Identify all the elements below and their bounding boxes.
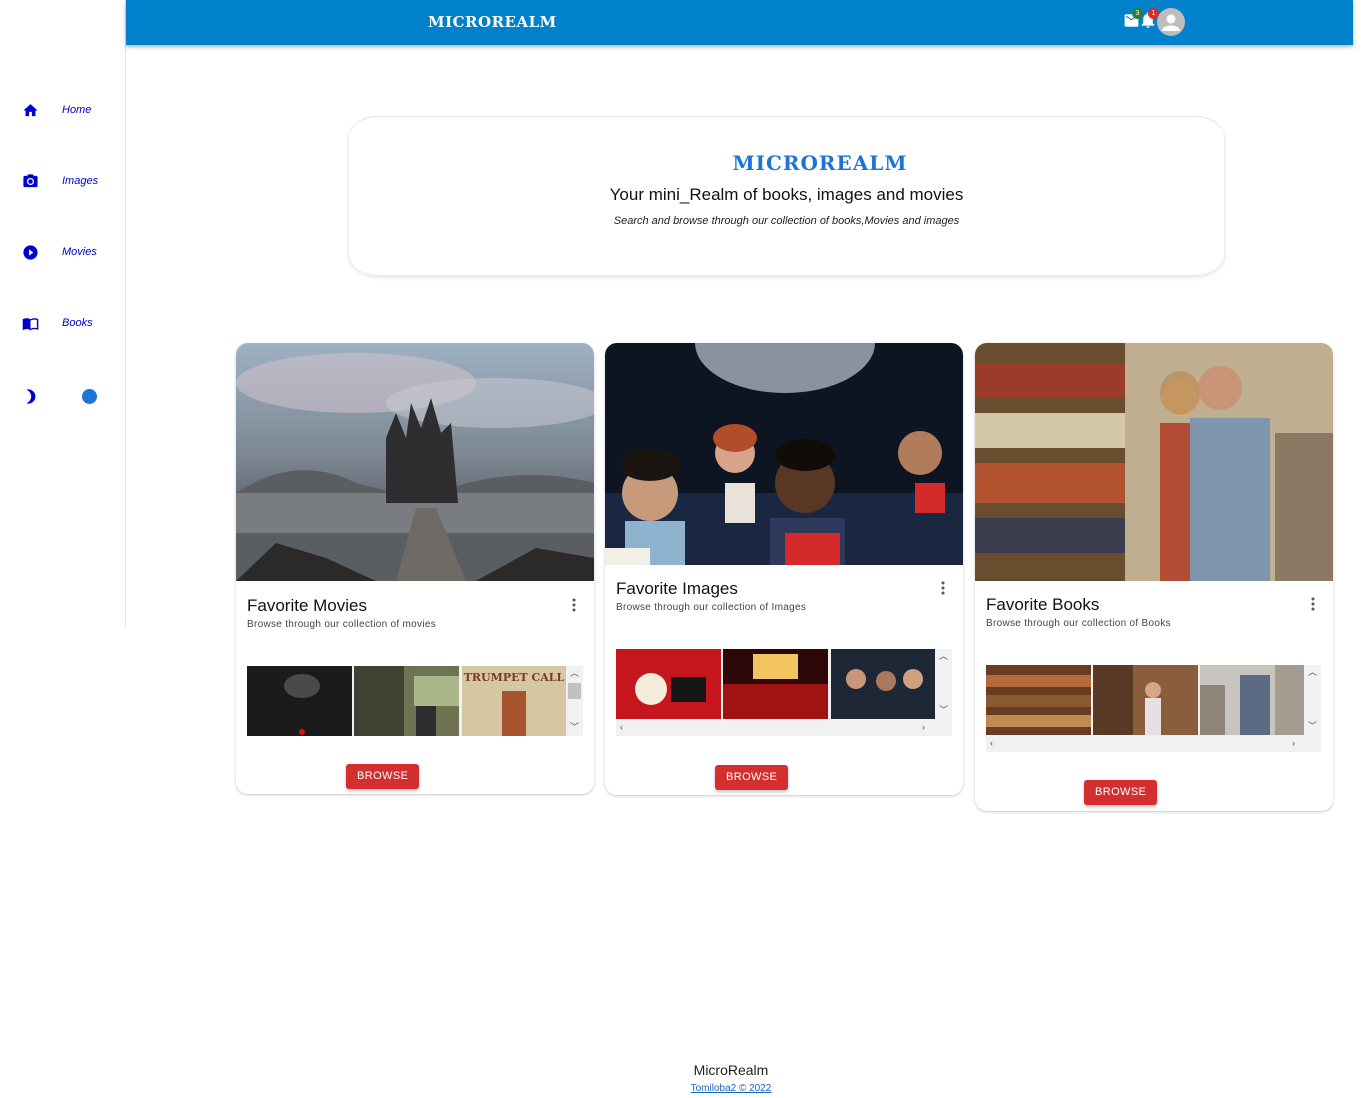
sidebar-item-label: Movies — [62, 246, 97, 258]
scroll-left-icon[interactable]: ‹ — [620, 723, 623, 732]
camera-icon — [23, 173, 38, 187]
card-description: Browse through our collection of movies — [247, 619, 437, 630]
hero-banner: MICROREALM Your mini_Realm of books, ima… — [348, 116, 1225, 276]
bookstore-image — [975, 343, 1333, 581]
image-strip[interactable]: ︿ ﹀ ‹ › — [986, 665, 1321, 752]
sidebar-item-home[interactable]: Home — [22, 101, 91, 119]
horizontal-scrollbar[interactable]: ‹ › — [986, 735, 1321, 752]
sidebar-item-images[interactable]: Images — [22, 172, 98, 190]
more-vert-icon[interactable] — [568, 597, 580, 613]
card-title: Favorite Images — [616, 579, 738, 598]
appbar-actions: 3 1 — [1122, 6, 1192, 38]
scroll-up-icon[interactable]: ︿ — [570, 669, 579, 678]
scrollbar-thumb[interactable] — [568, 683, 581, 699]
image-strip[interactable]: TRUMPET CALL ︿ ﹀ — [247, 666, 583, 736]
hero-title: MICROREALM — [732, 151, 908, 175]
castle-image — [236, 343, 594, 581]
card-favorite-images: Favorite Images Browse through our colle… — [605, 343, 963, 795]
more-vert-icon[interactable] — [937, 580, 949, 596]
sidebar-item-label: Images — [62, 175, 99, 187]
home-icon — [23, 103, 38, 116]
thumbnail-image[interactable]: TRUMPET CALL — [462, 666, 566, 736]
vertical-scrollbar[interactable]: ︿ ﹀ — [566, 666, 583, 736]
card-description: Browse through our collection of Images — [616, 602, 807, 613]
cinema-audience-image — [605, 343, 963, 565]
person-icon — [1162, 14, 1180, 31]
scroll-down-icon[interactable]: ﹀ — [939, 706, 948, 715]
footer-site-name: MicroRealm — [693, 1062, 769, 1078]
thumbnail-image[interactable] — [247, 666, 352, 736]
hero-subtitle: Your mini_Realm of books, images and mov… — [609, 185, 964, 204]
card-description: Browse through our collection of Books — [986, 618, 1171, 629]
browse-button[interactable]: BROWSE — [715, 765, 789, 790]
menu-book-icon — [22, 317, 39, 330]
sidebar-item-label: Books — [62, 317, 93, 329]
avatar[interactable] — [1157, 8, 1185, 36]
toggle-switch-thumb[interactable] — [82, 389, 97, 404]
thumbnail-image[interactable] — [616, 649, 721, 719]
thumbnail-image[interactable] — [1093, 665, 1198, 735]
footer-credit-link[interactable]: Tomiloba2 © 2022 — [0, 1083, 1372, 1094]
vertical-scrollbar[interactable]: ︿ ﹀ — [935, 649, 952, 719]
scroll-right-icon[interactable]: › — [922, 723, 925, 732]
sidebar-item-label: Home — [62, 104, 92, 116]
card-title: Favorite Movies — [247, 596, 367, 615]
thumbnail-image[interactable] — [354, 666, 459, 736]
sidebar: Home Images Movies Books — [0, 0, 126, 627]
card-title: Favorite Books — [986, 595, 1100, 614]
sidebar-item-movies[interactable]: Movies — [22, 243, 97, 261]
card-favorite-books: Favorite Books Browse through our collec… — [975, 343, 1333, 811]
play-circle-icon — [23, 244, 38, 260]
scroll-right-icon[interactable]: › — [1292, 739, 1295, 748]
image-strip[interactable]: ︿ ﹀ ‹ › — [616, 649, 952, 736]
browse-button[interactable]: BROWSE — [1084, 780, 1158, 805]
app-title[interactable]: MICROREALM — [428, 13, 557, 31]
app-bar: MICROREALM 3 1 — [126, 0, 1353, 45]
scroll-left-icon[interactable]: ‹ — [990, 739, 993, 748]
svg-text:TRUMPET CALL: TRUMPET CALL — [464, 671, 565, 684]
thumbnail-image[interactable] — [723, 649, 828, 719]
scroll-up-icon[interactable]: ︿ — [939, 652, 948, 661]
browse-button[interactable]: BROWSE — [346, 764, 420, 789]
dark-mode-icon — [26, 389, 36, 404]
thumbnail-image[interactable] — [831, 649, 936, 719]
hero-caption: Search and browse through our collection… — [613, 215, 960, 227]
horizontal-scrollbar[interactable]: ‹ › — [616, 719, 952, 736]
card-favorite-movies: Favorite Movies Browse through our colle… — [236, 343, 594, 794]
sidebar-item-books[interactable]: Books — [22, 314, 93, 332]
theme-toggle[interactable] — [22, 388, 122, 406]
scroll-down-icon[interactable]: ﹀ — [570, 723, 579, 732]
thumbnail-image[interactable] — [986, 665, 1091, 735]
more-vert-icon[interactable] — [1307, 596, 1319, 612]
thumbnail-image[interactable] — [1200, 665, 1304, 735]
vertical-scrollbar[interactable]: ︿ ﹀ — [1304, 665, 1321, 735]
scroll-up-icon[interactable]: ︿ — [1308, 668, 1317, 677]
scroll-down-icon[interactable]: ﹀ — [1308, 722, 1317, 731]
